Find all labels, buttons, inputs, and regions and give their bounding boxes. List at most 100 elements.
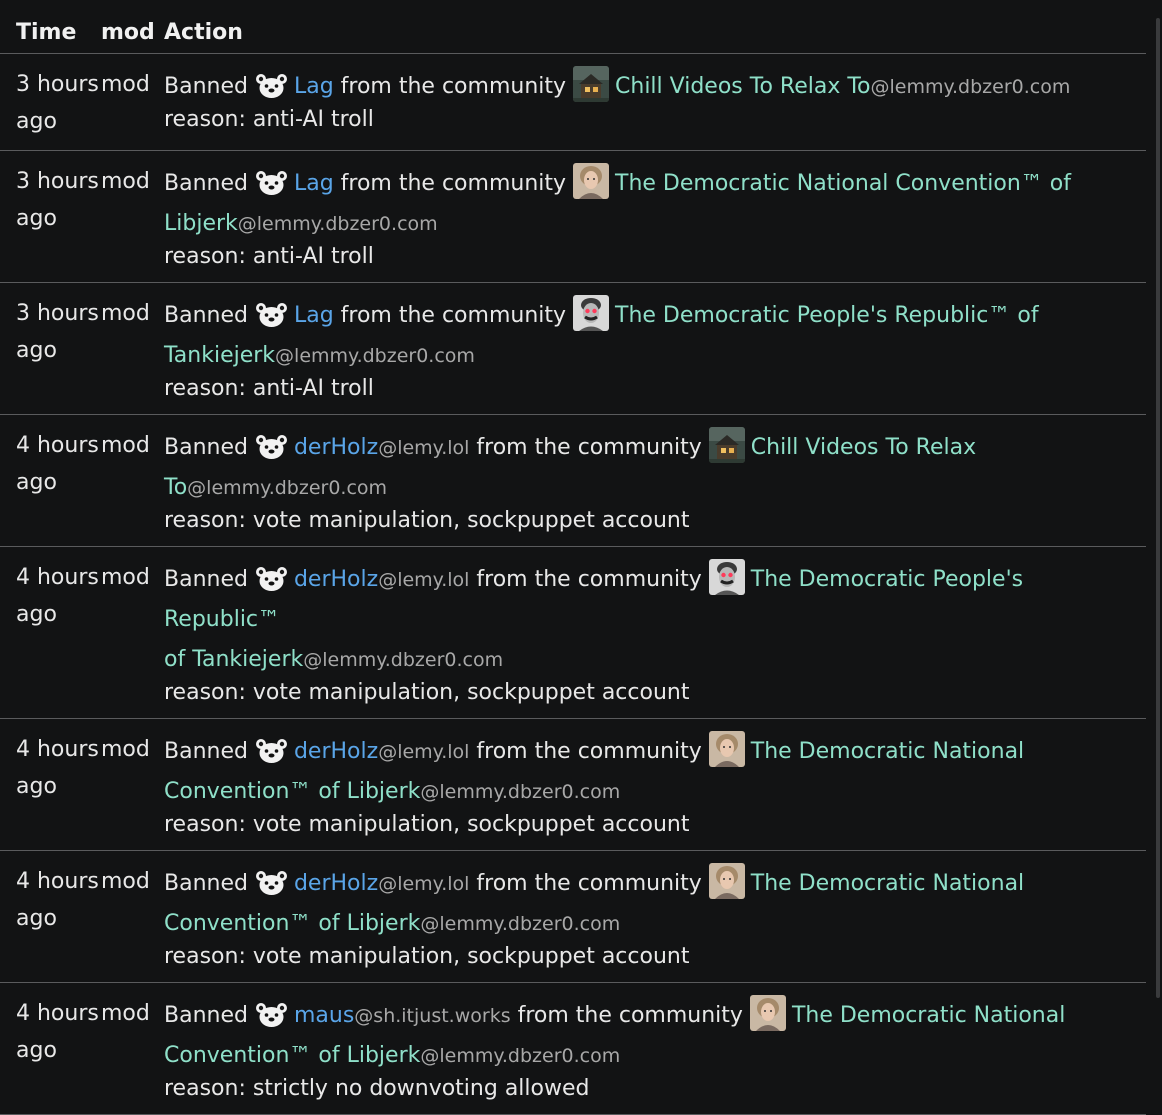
user-link[interactable]: Lag [294, 303, 334, 328]
community-link[interactable]: The Democratic National [751, 739, 1024, 764]
header-mod[interactable]: mod [101, 0, 164, 54]
time-ago[interactable]: ago [16, 906, 57, 931]
time-value[interactable]: 3 hours [16, 169, 99, 194]
moderator-name[interactable]: mod [101, 737, 150, 762]
header-time[interactable]: Time [0, 0, 101, 54]
community-avatar-icon[interactable] [708, 863, 745, 899]
community-instance[interactable]: @lemmy.dbzer0.com [238, 213, 438, 235]
time-value[interactable]: 3 hours [16, 72, 99, 97]
community-link[interactable]: The Democratic National Convention™ of [615, 171, 1071, 196]
time-ago[interactable]: ago [16, 1038, 57, 1063]
user-link[interactable]: Lag [294, 171, 334, 196]
community-link[interactable]: Chill Videos To Relax To [615, 74, 870, 99]
time-ago[interactable]: ago [16, 470, 57, 495]
community-instance[interactable]: @lemmy.dbzer0.com [420, 913, 620, 935]
ban-reason: reason: vote manipulation, sockpuppet ac… [164, 812, 690, 837]
user-link[interactable]: derHolz [294, 435, 378, 460]
community-link-cont[interactable]: Convention™ of Libjerk [164, 1043, 420, 1068]
time-value[interactable]: 4 hours [16, 433, 99, 458]
ban-reason: reason: vote manipulation, sockpuppet ac… [164, 680, 690, 705]
time-ago[interactable]: ago [16, 602, 57, 627]
bear-mascot-icon[interactable] [255, 738, 288, 764]
community-instance[interactable]: @lemmy.dbzer0.com [420, 1045, 620, 1067]
action-cell: Banned maus@sh.itjust.works from the com… [164, 982, 1146, 1115]
user-link[interactable]: derHolz [294, 567, 378, 592]
bear-mascot-icon[interactable] [255, 73, 288, 99]
community-link-cont[interactable]: Tankiejerk [164, 343, 275, 368]
action-text: Banned derHolz@lemy.lol from the communi… [164, 427, 1146, 508]
time-ago[interactable]: ago [16, 774, 57, 799]
community-link[interactable]: The Democratic National [792, 1003, 1065, 1028]
time-ago[interactable]: ago [16, 338, 57, 363]
action-text: Banned maus@sh.itjust.works from the com… [164, 995, 1146, 1076]
bear-mascot-icon[interactable] [255, 1002, 288, 1028]
moderator-name[interactable]: mod [101, 433, 150, 458]
moderator-name[interactable]: mod [101, 72, 150, 97]
ban-reason: reason: strictly no downvoting allowed [164, 1076, 590, 1101]
time-ago[interactable]: ago [16, 206, 57, 231]
user-link[interactable]: maus [294, 1003, 354, 1028]
community-avatar-icon[interactable] [708, 559, 745, 595]
bear-mascot-icon[interactable] [255, 434, 288, 460]
user-link[interactable]: derHolz [294, 871, 378, 896]
moderator-name[interactable]: mod [101, 169, 150, 194]
action-text: Banned derHolz@lemy.lol from the communi… [164, 863, 1146, 944]
moderator-name[interactable]: mod [101, 301, 150, 326]
community-avatar-icon[interactable] [708, 427, 745, 463]
community-avatar-icon[interactable] [573, 163, 610, 199]
header-action[interactable]: Action [164, 0, 1146, 54]
time-value[interactable]: 3 hours [16, 301, 99, 326]
community-link-cont[interactable]: of Tankiejerk [164, 647, 303, 672]
bear-mascot-icon[interactable] [255, 302, 288, 328]
scrollbar[interactable] [1154, 18, 1162, 1024]
community-instance[interactable]: @lemmy.dbzer0.com [275, 345, 475, 367]
time-cell: 4 hours ago [0, 546, 101, 719]
community-link-cont[interactable]: Convention™ of Libjerk [164, 779, 420, 804]
community-link-cont[interactable]: To [164, 475, 187, 500]
mod-cell: mod [101, 718, 164, 851]
time-value[interactable]: 4 hours [16, 869, 99, 894]
moderator-name[interactable]: mod [101, 565, 150, 590]
time-value[interactable]: 4 hours [16, 737, 99, 762]
time-cell: 4 hours ago [0, 982, 101, 1115]
mod-cell: mod [101, 850, 164, 983]
user-link[interactable]: derHolz [294, 739, 378, 764]
community-link[interactable]: The Democratic People's Republic™ of [615, 303, 1039, 328]
community-instance[interactable]: @lemmy.dbzer0.com [303, 649, 503, 671]
user-instance[interactable]: @lemy.lol [378, 873, 469, 895]
user-instance[interactable]: @lemy.lol [378, 741, 469, 763]
community-link[interactable]: The Democratic National [751, 871, 1024, 896]
action-text: Banned derHolz@lemy.lol from the communi… [164, 731, 1146, 812]
action-preposition: from the community [510, 1003, 750, 1028]
community-link-cont[interactable]: Libjerk [164, 211, 238, 236]
table-row: 4 hours ago mod Banned derHolz@lemy.lol … [0, 414, 1146, 547]
community-instance[interactable]: @lemmy.dbzer0.com [187, 477, 387, 499]
community-avatar-icon[interactable] [708, 731, 745, 767]
time-value[interactable]: 4 hours [16, 565, 99, 590]
bear-mascot-icon[interactable] [255, 170, 288, 196]
scrollbar-thumb[interactable] [1156, 18, 1160, 998]
action-cell: Banned derHolz@lemy.lol from the communi… [164, 850, 1146, 983]
community-instance[interactable]: @lemmy.dbzer0.com [420, 781, 620, 803]
bear-mascot-icon[interactable] [255, 566, 288, 592]
bear-mascot-icon[interactable] [255, 870, 288, 896]
community-link[interactable]: Chill Videos To Relax [751, 435, 976, 460]
community-instance[interactable]: @lemmy.dbzer0.com [871, 76, 1071, 98]
community-link-cont[interactable]: Convention™ of Libjerk [164, 911, 420, 936]
action-cell: Banned Lag from the community The Democr… [164, 150, 1146, 283]
moderator-name[interactable]: mod [101, 1001, 150, 1026]
time-value[interactable]: 4 hours [16, 1001, 99, 1026]
community-avatar-icon[interactable] [573, 295, 610, 331]
ban-reason: reason: vote manipulation, sockpuppet ac… [164, 508, 690, 533]
user-instance[interactable]: @lemy.lol [378, 569, 469, 591]
time-cell: 3 hours ago [0, 150, 101, 283]
mod-cell: mod [101, 546, 164, 719]
community-avatar-icon[interactable] [749, 995, 786, 1031]
community-avatar-icon[interactable] [573, 66, 610, 102]
time-ago[interactable]: ago [16, 109, 57, 134]
moderator-name[interactable]: mod [101, 869, 150, 894]
action-verb: Banned [164, 871, 248, 896]
user-link[interactable]: Lag [294, 74, 334, 99]
user-instance[interactable]: @lemy.lol [378, 437, 469, 459]
action-verb: Banned [164, 739, 248, 764]
